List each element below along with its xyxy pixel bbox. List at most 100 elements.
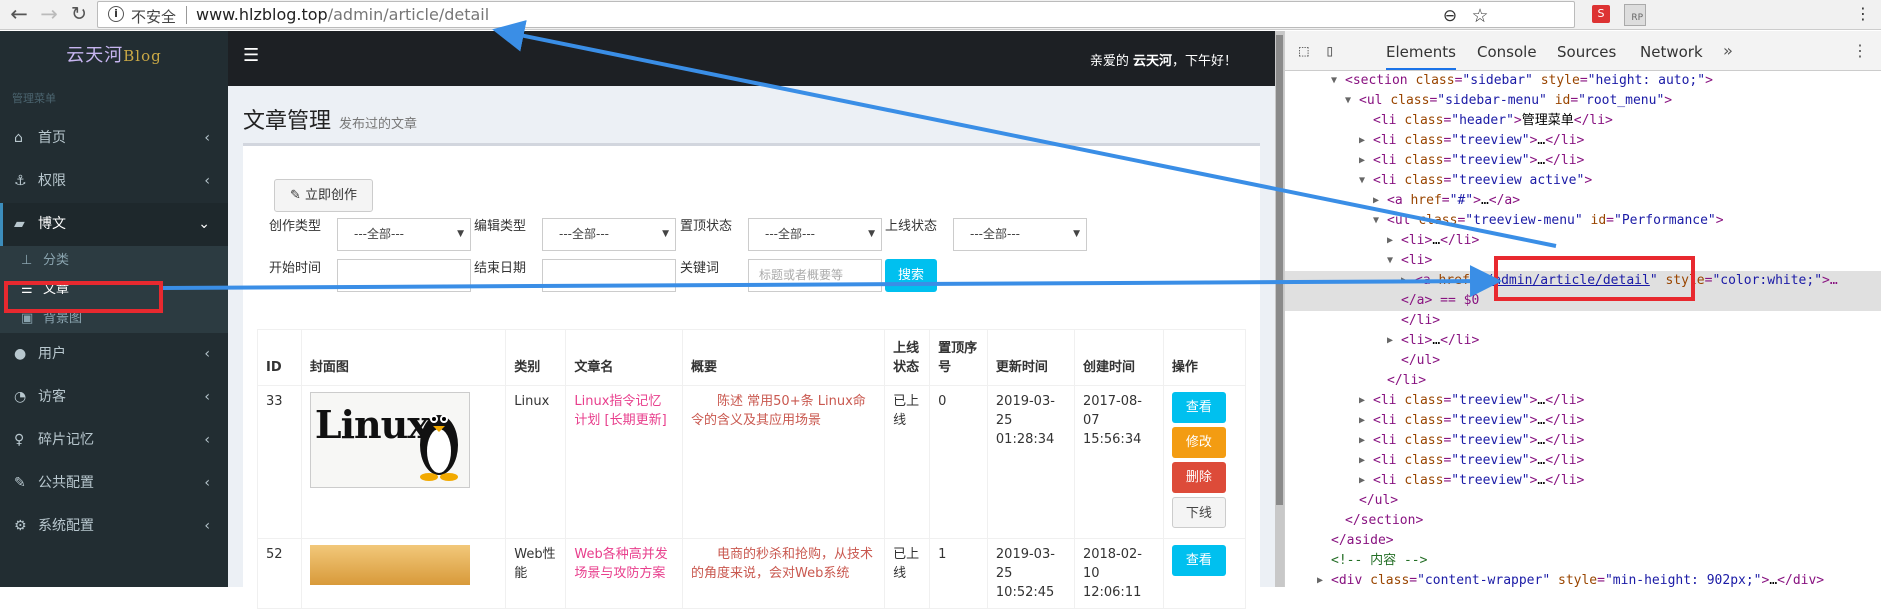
tab-network[interactable]: Network	[1640, 43, 1703, 61]
online-status-label: 上线状态	[885, 219, 938, 234]
edit-button[interactable]: 修改	[1171, 427, 1226, 458]
rp-extension-icon[interactable]: RP	[1624, 4, 1646, 26]
dom-tree-line[interactable]: ▼ <ul class="treeview-menu" id="Performan…	[1285, 211, 1881, 231]
menu-icon[interactable]: ⋮	[1855, 4, 1871, 23]
keyword-input[interactable]: 标题或者概要等	[748, 259, 882, 292]
dom-tree-line[interactable]: ▶ <li class="treeview">…</li>	[1285, 411, 1881, 431]
bookmark-star-icon[interactable]: ☆	[1468, 5, 1492, 27]
view-button[interactable]: 查看	[1171, 392, 1226, 423]
chevron-left-icon: ‹	[204, 346, 210, 362]
sidebar-item-blog[interactable]: ▰ 博文 ⌄	[0, 203, 228, 246]
dom-tree-line[interactable]: ▶ <li class="treeview">…</li>	[1285, 431, 1881, 451]
offline-button[interactable]: 下线	[1171, 497, 1226, 528]
online-status-select[interactable]: ---全部---	[953, 218, 1087, 251]
cell-title[interactable]: Linux指令记忆计划 [长期更新]	[565, 385, 684, 539]
dom-tree-line[interactable]: </li>	[1285, 371, 1881, 391]
expanded-triangle-icon[interactable]: ▼	[1387, 251, 1393, 271]
extension-icon[interactable]: S	[1592, 5, 1610, 23]
forward-icon[interactable]: →	[36, 2, 62, 26]
tab-elements[interactable]: Elements	[1386, 43, 1456, 70]
dom-tree-line[interactable]: ▶ <li>…</li>	[1285, 231, 1881, 251]
hamburger-icon[interactable]: ☰	[243, 45, 259, 66]
table-row: 52 Web性能 Web各种高并发场景与攻防方案 电商的秒杀和抢购，从技术的角度…	[257, 538, 1247, 609]
cell-title[interactable]: Web各种高并发场景与攻防方案	[565, 538, 684, 609]
cell-status: 已上线	[884, 538, 931, 609]
tab-console[interactable]: Console	[1477, 43, 1537, 61]
expanded-triangle-icon[interactable]: ▼	[1331, 71, 1337, 91]
sidebar-item-memory[interactable]: ♀ 碎片记忆 ‹	[0, 419, 228, 462]
cell-top: 0	[929, 385, 988, 539]
collapsed-triangle-icon[interactable]: ▶	[1359, 471, 1365, 491]
devtools-menu-icon[interactable]: ⋮	[1852, 41, 1868, 60]
create-button[interactable]: ✎ 立即创作	[274, 179, 373, 212]
dom-tree-line[interactable]: ▶ <div class="content-wrapper" style="min…	[1285, 571, 1881, 591]
dom-tree-line[interactable]: </ul>	[1285, 491, 1881, 511]
more-tabs-icon[interactable]: »	[1723, 41, 1733, 60]
view-button[interactable]: 查看	[1171, 545, 1226, 576]
start-time-input[interactable]	[337, 259, 471, 292]
sidebar-item-system-config[interactable]: ⚙ 系统配置 ‹	[0, 505, 228, 548]
back-icon[interactable]: ←	[6, 2, 32, 26]
collapsed-triangle-icon[interactable]: ▶	[1387, 331, 1393, 351]
dom-tree-line[interactable]: <!-- 内容 -->	[1285, 551, 1881, 571]
edit-icon: ✎	[289, 188, 305, 203]
brand-logo[interactable]: 云天河Blog	[0, 31, 228, 81]
collapsed-triangle-icon[interactable]: ▶	[1359, 451, 1365, 471]
collapsed-triangle-icon[interactable]: ▶	[1387, 231, 1393, 251]
zoom-icon[interactable]: ⊖	[1438, 5, 1462, 27]
delete-button[interactable]: 删除	[1171, 462, 1226, 493]
info-icon[interactable]: i	[108, 6, 124, 22]
dom-tree-line[interactable]: </ul>	[1285, 351, 1881, 371]
top-status-select[interactable]: ---全部---	[748, 218, 882, 251]
dom-tree-line[interactable]: ▶ <li class="treeview">…</li>	[1285, 471, 1881, 491]
expanded-triangle-icon[interactable]: ▼	[1345, 91, 1351, 111]
search-button[interactable]: 搜索	[885, 259, 937, 292]
devtools-tabs: ⬚ ▯ Elements Console Sources Network » ⋮	[1285, 31, 1881, 71]
lightbulb-icon: ♀	[14, 432, 25, 448]
device-toolbar-icon[interactable]: ▯	[1325, 41, 1335, 60]
collapsed-triangle-icon[interactable]: ▶	[1359, 131, 1365, 151]
collapsed-triangle-icon[interactable]: ▶	[1401, 271, 1407, 291]
expanded-triangle-icon[interactable]: ▼	[1373, 211, 1379, 231]
end-date-input[interactable]	[542, 259, 676, 292]
dom-tree-line[interactable]: ▼ <section class="sidebar" style="height:…	[1285, 71, 1881, 91]
dom-tree-line[interactable]: ▶ <a href="#">…</a>	[1285, 191, 1881, 211]
collapsed-triangle-icon[interactable]: ▶	[1373, 191, 1379, 211]
tab-sources[interactable]: Sources	[1557, 43, 1616, 61]
dom-tree-line[interactable]: </li>	[1285, 311, 1881, 331]
dom-tree-line[interactable]: ▼ <ul class="sidebar-menu" id="root_menu"…	[1285, 91, 1881, 111]
dom-tree-line[interactable]: ▼ <li class="treeview active">	[1285, 171, 1881, 191]
sidebar-subitem-category[interactable]: ⊥ 分类	[0, 246, 228, 275]
dom-tree-line[interactable]: <li class="header">管理菜单</li>	[1285, 111, 1881, 131]
expanded-triangle-icon[interactable]: ▼	[1359, 171, 1365, 191]
edit-type-select[interactable]: ---全部---	[542, 218, 676, 251]
dom-tree-line[interactable]: ▶ <li class="treeview">…</li>	[1285, 391, 1881, 411]
sidebar-item-user[interactable]: ● 用户 ‹	[0, 333, 228, 376]
cover-image: Linux	[309, 392, 470, 488]
dom-tree-line[interactable]: ▶ <li class="treeview">…</li>	[1285, 151, 1881, 171]
sidebar-item-public-config[interactable]: ✎ 公共配置 ‹	[0, 462, 228, 505]
sidebar-item-visitor[interactable]: ◔ 访客 ‹	[0, 376, 228, 419]
page-scrollbar[interactable]	[1275, 31, 1284, 587]
scrollbar-thumb[interactable]	[1276, 35, 1283, 505]
sidebar-item-permission[interactable]: ⚓ 权限 ‹	[0, 160, 228, 203]
inspect-icon[interactable]: ⬚	[1299, 41, 1309, 60]
collapsed-triangle-icon[interactable]: ▶	[1359, 431, 1365, 451]
reload-icon[interactable]: ↻	[66, 2, 92, 26]
collapsed-triangle-icon[interactable]: ▶	[1359, 391, 1365, 411]
cell-category: Web性能	[505, 538, 567, 609]
collapsed-triangle-icon[interactable]: ▶	[1359, 411, 1365, 431]
dom-tree-line[interactable]: ▶ <li class="treeview">…</li>	[1285, 131, 1881, 151]
dom-tree-line[interactable]: ▶ <li class="treeview">…</li>	[1285, 451, 1881, 471]
collapsed-triangle-icon[interactable]: ▶	[1317, 571, 1323, 591]
col-header: ID	[257, 329, 302, 386]
address-bar[interactable]: i 不安全 www.hlzblog.top/admin/article/deta…	[97, 1, 1575, 28]
collapsed-triangle-icon[interactable]: ▶	[1359, 151, 1365, 171]
dom-tree-line[interactable]: </section>	[1285, 511, 1881, 531]
dom-tree-line[interactable]: </aside>	[1285, 531, 1881, 551]
cell-cover	[300, 538, 507, 609]
type-select[interactable]: ---全部---	[337, 218, 471, 251]
sidebar-item-home[interactable]: ⌂ 首页 ‹	[0, 117, 228, 160]
dom-tree-line[interactable]: ▶ <li>…</li>	[1285, 331, 1881, 351]
chevron-left-icon: ‹	[204, 518, 210, 534]
